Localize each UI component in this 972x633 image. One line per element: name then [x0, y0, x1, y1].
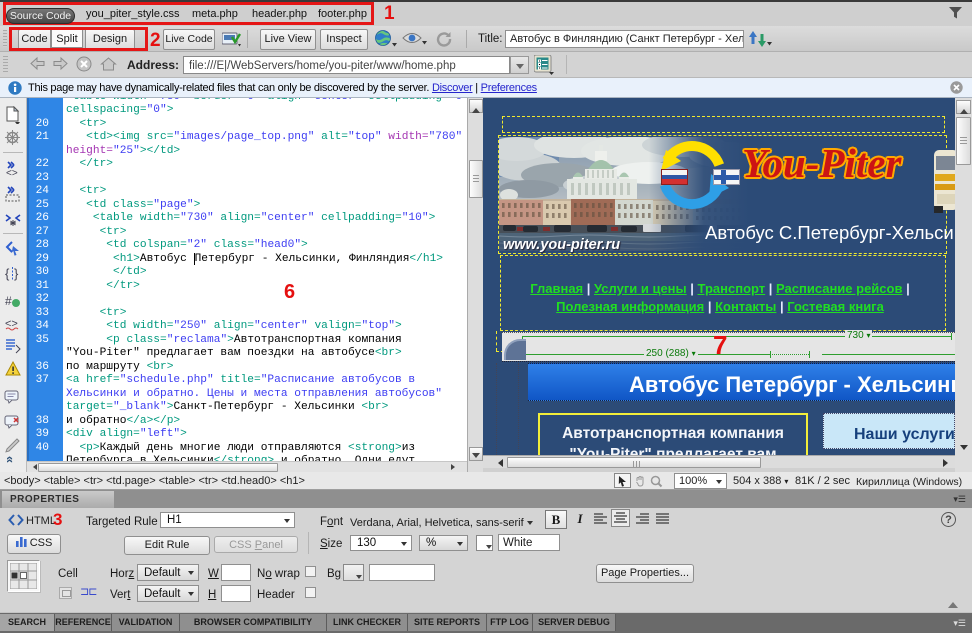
- svg-text:}: }: [14, 266, 19, 281]
- svg-text:#: #: [5, 294, 12, 308]
- svg-text:<>: <>: [6, 168, 18, 178]
- svg-text:{: {: [5, 266, 10, 281]
